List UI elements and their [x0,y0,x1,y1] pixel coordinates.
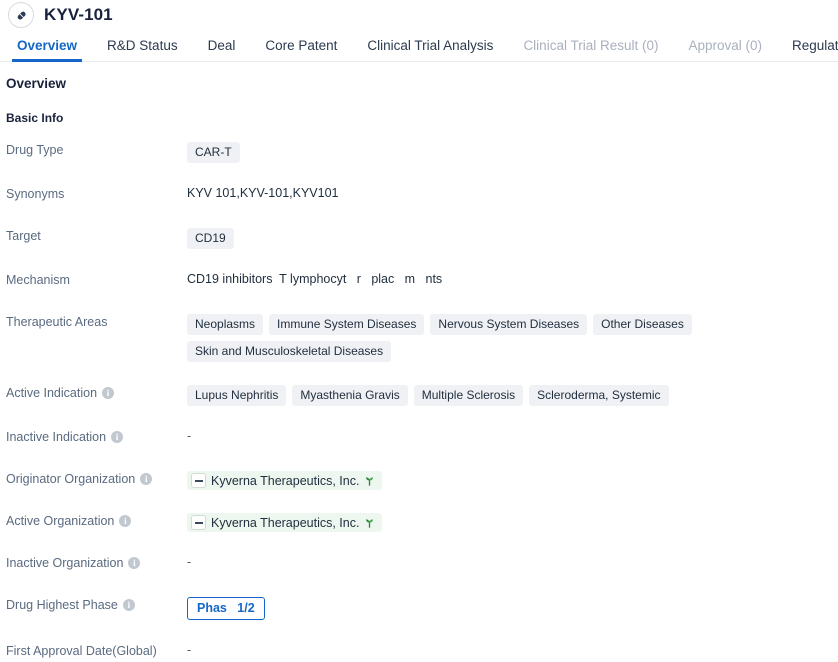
field-label-text: Active Indication [6,386,98,400]
page-title: KYV-101 [44,5,113,24]
sprout-icon [364,475,375,486]
field-label-text: Synonyms [6,187,65,201]
field-label-text: Therapeutic Areas [6,315,108,329]
field-label-inactive-indication: Inactive Indication i [6,428,187,444]
tab-clinical-trial-analysis[interactable]: Clinical Trial Analysis [352,30,508,61]
info-icon[interactable]: i [128,557,141,569]
field-row-synonyms: Synonyms KYV 101,KYV-101,KYV101 [6,185,838,205]
info-icon[interactable]: i [140,473,153,485]
field-value-target: CD19 [187,227,838,249]
field-value-drug-type: CAR-T [187,141,838,163]
tag-chip[interactable]: Multiple Sclerosis [413,385,524,406]
field-row-first-approval-date: First Approval Date(Global) - [6,642,838,662]
tag-chip[interactable]: CD19 [187,228,234,249]
field-row-active-indication: Active Indication i Lupus Nephritis Myas… [6,384,838,406]
overview-panel: Overview Basic Info Drug Type CAR-T Syno… [0,62,838,662]
section-title-overview: Overview [6,76,67,91]
field-label-text: First Approval Date(Global) [6,644,157,658]
field-label-active-organization: Active Organization i [6,512,187,528]
subsection-title-basic-info: Basic Info [6,111,64,125]
field-label-mechanism: Mechanism [6,271,187,287]
field-row-target: Target CD19 [6,227,838,249]
field-value-inactive-indication: - [187,428,838,443]
phase-badge[interactable]: Phas 1/2 [187,597,265,620]
tag-chip[interactable]: Skin and Musculoskeletal Diseases [187,341,392,362]
info-icon[interactable]: i [119,515,132,527]
synonyms-text: KYV 101,KYV-101,KYV101 [187,186,339,200]
field-row-inactive-indication: Inactive Indication i - [6,428,838,448]
field-row-therapeutic-areas: Therapeutic Areas Neoplasms Immune Syste… [6,313,838,362]
tag-chip[interactable]: Neoplasms [187,314,264,335]
info-icon[interactable]: i [111,431,124,443]
field-label-drug-highest-phase: Drug Highest Phase i [6,596,187,612]
field-value-active-indication: Lupus Nephritis Myasthenia Gravis Multip… [187,384,838,406]
organization-chip[interactable]: Kyverna Therapeutics, Inc. [187,471,383,490]
field-label-text: Inactive Indication [6,430,107,444]
info-icon[interactable]: i [122,599,135,611]
field-value-drug-highest-phase: Phas 1/2 [187,596,838,620]
organization-name: Kyverna Therapeutics, Inc. [211,473,360,488]
tab-deal[interactable]: Deal [193,30,251,61]
field-label-inactive-organization: Inactive Organization i [6,554,187,570]
field-label-text: Target [6,229,41,243]
tab-clinical-trial-result[interactable]: Clinical Trial Result (0) [508,30,673,61]
organization-logo-icon [191,515,206,530]
tab-approval[interactable]: Approval (0) [673,30,777,61]
field-value-first-approval-date: - [187,642,838,657]
field-value-inactive-organization: - [187,554,838,569]
field-value-therapeutic-areas: Neoplasms Immune System Diseases Nervous… [187,313,838,362]
info-icon[interactable]: i [102,387,115,399]
field-row-mechanism: Mechanism CD19 inhibitors T lymphocyt r … [6,271,838,291]
tag-chip[interactable]: Immune System Diseases [269,314,425,335]
tab-regulation[interactable]: Regulation [777,30,838,61]
field-row-drug-type: Drug Type CAR-T [6,141,838,163]
pill-capsule-icon [8,2,34,28]
tag-chip[interactable]: Nervous System Diseases [430,314,588,335]
sprout-icon [364,517,375,528]
field-label-text: Inactive Organization [6,556,124,570]
tag-chip[interactable]: CAR-T [187,142,240,163]
field-value-synonyms: KYV 101,KYV-101,KYV101 [187,185,838,200]
field-label-text: Originator Organization [6,472,136,486]
field-row-originator-organization: Originator Organization i Kyverna Therap… [6,470,838,490]
tag-chip[interactable]: Other Diseases [593,314,692,335]
tag-chip[interactable]: Lupus Nephritis [187,385,287,406]
organization-chip[interactable]: Kyverna Therapeutics, Inc. [187,513,383,532]
tag-chip[interactable]: Myasthenia Gravis [292,385,408,406]
field-value-active-organization: Kyverna Therapeutics, Inc. [187,512,838,532]
empty-value: - [187,643,192,657]
empty-value: - [187,429,192,443]
tag-chip[interactable]: Scleroderma, Systemic [529,385,669,406]
field-label-synonyms: Synonyms [6,185,187,201]
field-value-originator-organization: Kyverna Therapeutics, Inc. [187,470,838,490]
tab-rd-status[interactable]: R&D Status [92,30,193,61]
field-label-text: Mechanism [6,273,70,287]
field-label-text: Drug Highest Phase [6,598,118,612]
field-label-drug-type: Drug Type [6,141,187,157]
field-row-active-organization: Active Organization i Kyverna Therapeuti… [6,512,838,532]
tab-core-patent[interactable]: Core Patent [250,30,352,61]
field-label-therapeutic-areas: Therapeutic Areas [6,313,187,329]
tab-overview[interactable]: Overview [2,30,92,62]
empty-value: - [187,555,192,569]
field-label-originator-organization: Originator Organization i [6,470,187,486]
tab-bar: Overview R&D Status Deal Core Patent Cli… [0,30,838,62]
mechanism-text: CD19 inhibitors T lymphocyt r plac m nts [187,272,443,286]
field-label-text: Active Organization [6,514,115,528]
page-header: KYV-101 [0,0,838,30]
organization-logo-icon [191,473,206,488]
field-label-active-indication: Active Indication i [6,384,187,400]
field-row-inactive-organization: Inactive Organization i - [6,554,838,574]
field-row-drug-highest-phase: Drug Highest Phase i Phas 1/2 [6,596,838,620]
field-label-text: Drug Type [6,143,64,157]
organization-name: Kyverna Therapeutics, Inc. [211,515,360,530]
field-label-target: Target [6,227,187,243]
field-label-first-approval-date: First Approval Date(Global) [6,642,187,658]
field-value-mechanism: CD19 inhibitors T lymphocyt r plac m nts [187,271,838,286]
